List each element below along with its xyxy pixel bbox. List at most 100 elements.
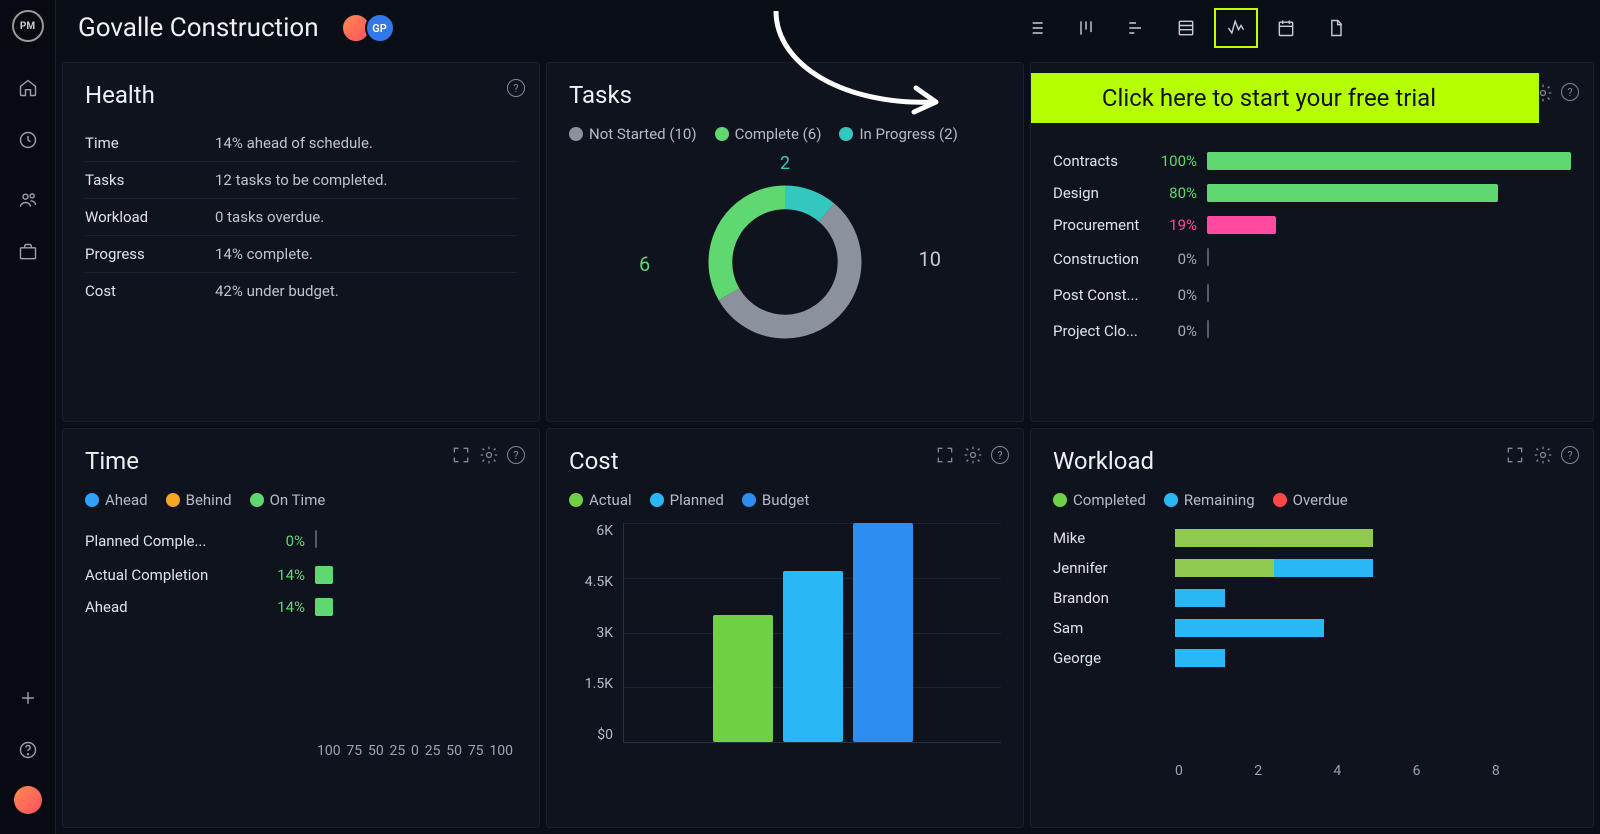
cost-card: Cost ? Actual Planned Budget 6K4.5K3K1.5… (546, 428, 1024, 828)
user-avatar[interactable] (14, 786, 42, 814)
view-switcher (1014, 8, 1358, 48)
dashboard-grid: Health ? Time 14% ahead of schedule. Tas… (56, 56, 1600, 834)
donut-svg (700, 177, 870, 347)
progress-row-pct: 80% (1153, 184, 1207, 202)
health-help-icon[interactable]: ? (507, 79, 525, 97)
main-area: Govalle Construction GP Health ? (56, 0, 1600, 834)
legend-label: Behind (186, 491, 232, 509)
workload-row: Sam (1053, 613, 1571, 643)
time-row-label: Ahead (85, 598, 265, 616)
legend-item[interactable]: Complete (6) (715, 125, 822, 143)
legend-item[interactable]: In Progress (2) (839, 125, 957, 143)
nav-recent-icon[interactable] (8, 120, 48, 160)
axis-tick: 3K (596, 625, 613, 641)
time-row-pct: 14% (265, 598, 315, 616)
view-calendar-icon[interactable] (1264, 8, 1308, 48)
health-row: Workload 0 tasks overdue. (85, 199, 517, 236)
legend-item[interactable]: Actual (569, 491, 632, 509)
time-row: Planned Comple... 0% (85, 523, 517, 559)
axis-tick: 100 (489, 743, 513, 759)
legend-item[interactable]: Overdue (1273, 491, 1348, 509)
axis-tick: 6K (596, 523, 613, 539)
workload-card: Workload ? Completed Remaining Overdue M… (1030, 428, 1594, 828)
progress-row: Design 80% (1053, 177, 1571, 209)
view-dashboard-icon[interactable] (1214, 8, 1258, 48)
legend-item[interactable]: Ahead (85, 491, 148, 509)
workload-legend: Completed Remaining Overdue (1053, 491, 1571, 509)
tasks-card: Tasks Not Started (10) Complete (6) In P… (546, 62, 1024, 422)
progress-row-bar (1207, 216, 1571, 234)
legend-dot (742, 493, 756, 507)
legend-label: Complete (6) (735, 125, 822, 143)
health-row-value: 12 tasks to be completed. (215, 171, 387, 189)
cost-legend: Actual Planned Budget (569, 491, 1001, 509)
legend-dot (1273, 493, 1287, 507)
time-row-bar (315, 566, 517, 584)
legend-item[interactable]: Budget (742, 491, 809, 509)
tasks-count-complete: 6 (639, 252, 650, 276)
time-row-label: Actual Completion (85, 566, 265, 584)
time-help-icon[interactable]: ? (507, 446, 525, 464)
progress-row-bar (1207, 152, 1571, 170)
view-board-icon[interactable] (1064, 8, 1108, 48)
legend-item[interactable]: Planned (650, 491, 724, 509)
legend-dot (1053, 493, 1067, 507)
legend-label: In Progress (2) (859, 125, 957, 143)
progress-row: Procurement 19% (1053, 209, 1571, 241)
nav-add-icon[interactable] (8, 678, 48, 718)
view-gantt-icon[interactable] (1114, 8, 1158, 48)
workload-row-label: Jennifer (1053, 559, 1175, 577)
time-expand-icon[interactable] (451, 445, 471, 465)
cta-banner[interactable]: Click here to start your free trial (1030, 73, 1539, 123)
cost-help-icon[interactable]: ? (991, 446, 1009, 464)
topbar: Govalle Construction GP (56, 0, 1600, 56)
workload-help-icon[interactable]: ? (1561, 446, 1579, 464)
nav-team-icon[interactable] (8, 180, 48, 220)
legend-item[interactable]: Completed (1053, 491, 1146, 509)
workload-row-bar (1175, 559, 1571, 577)
progress-help-icon[interactable]: ? (1561, 83, 1579, 101)
progress-row-pct: 0% (1153, 322, 1207, 340)
cost-settings-icon[interactable] (963, 445, 983, 465)
legend-item[interactable]: Not Started (10) (569, 125, 697, 143)
project-avatars[interactable]: GP (341, 13, 395, 43)
workload-segment (1175, 559, 1274, 577)
axis-tick: 4 (1333, 763, 1412, 779)
time-row-pct: 0% (265, 532, 315, 550)
axis-tick: 75 (346, 743, 362, 759)
legend-dot (1164, 493, 1178, 507)
cost-expand-icon[interactable] (935, 445, 955, 465)
workload-expand-icon[interactable] (1505, 445, 1525, 465)
legend-dot (85, 493, 99, 507)
workload-row: Brandon (1053, 583, 1571, 613)
health-row-value: 0 tasks overdue. (215, 208, 324, 226)
legend-item[interactable]: Behind (166, 491, 232, 509)
axis-tick: $0 (597, 727, 613, 743)
workload-segment (1274, 559, 1373, 577)
workload-settings-icon[interactable] (1533, 445, 1553, 465)
axis-tick: 1.5K (585, 676, 613, 692)
workload-segment (1175, 589, 1225, 607)
time-row-bar (315, 598, 517, 616)
progress-row-bar (1207, 284, 1571, 306)
legend-item[interactable]: Remaining (1164, 491, 1255, 509)
left-nav-rail: PM (0, 0, 56, 834)
progress-row-label: Project Clo... (1053, 322, 1153, 340)
tasks-card-title: Tasks (569, 81, 1001, 109)
workload-axis: 02468 (1053, 763, 1571, 779)
progress-row-pct: 19% (1153, 216, 1207, 234)
time-settings-icon[interactable] (479, 445, 499, 465)
cost-bar-budget (853, 523, 913, 742)
legend-label: Budget (762, 491, 809, 509)
view-list-icon[interactable] (1014, 8, 1058, 48)
view-files-icon[interactable] (1314, 8, 1358, 48)
app-logo[interactable]: PM (12, 10, 44, 42)
nav-portfolio-icon[interactable] (8, 232, 48, 272)
view-sheet-icon[interactable] (1164, 8, 1208, 48)
legend-label: On Time (270, 491, 326, 509)
nav-home-icon[interactable] (8, 68, 48, 108)
legend-item[interactable]: On Time (250, 491, 326, 509)
axis-tick: 2 (1254, 763, 1333, 779)
progress-row-label: Design (1053, 184, 1153, 202)
nav-help-icon[interactable] (8, 730, 48, 770)
